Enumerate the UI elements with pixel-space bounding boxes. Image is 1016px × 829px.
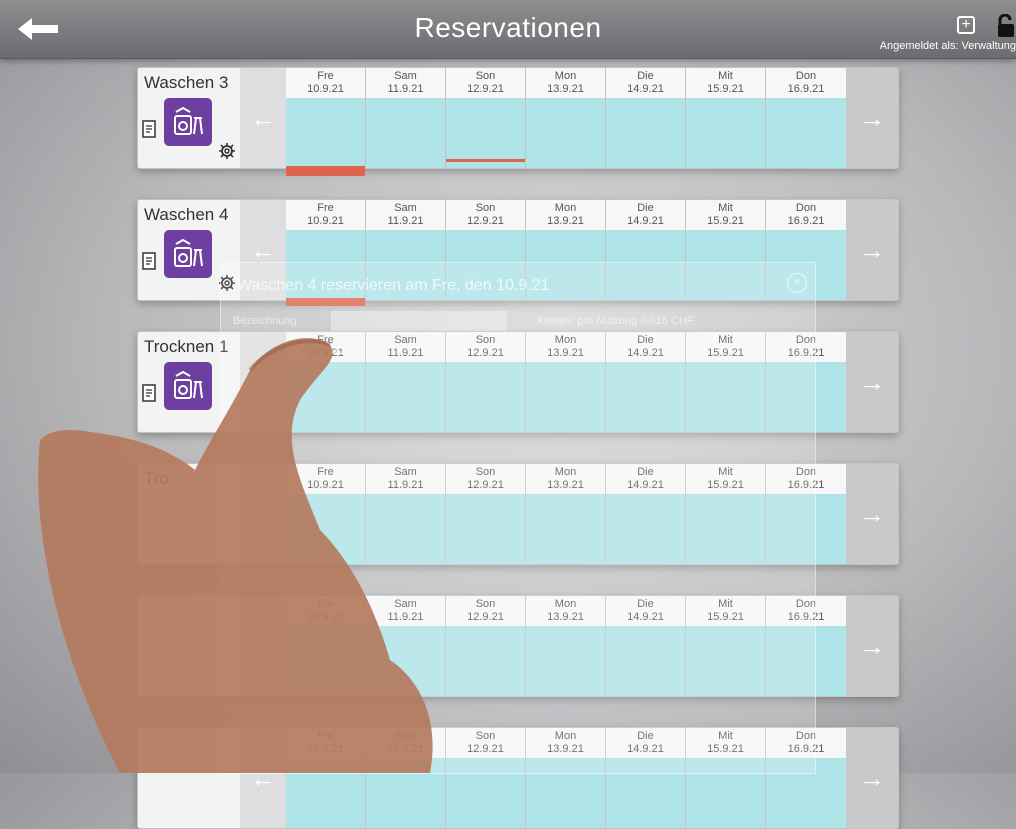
day-header: Mon 13.9.21 — [526, 200, 605, 230]
washing-machine-icon[interactable] — [164, 230, 212, 278]
day-column: Die 14.9.21 — [606, 68, 686, 168]
day-name: Mon — [554, 70, 577, 82]
description-input[interactable] — [331, 311, 507, 331]
day-name: Son — [475, 202, 496, 214]
day-name: Mit — [718, 70, 733, 82]
day-slot[interactable] — [526, 98, 605, 168]
day-header: Son 12.9.21 — [446, 200, 525, 230]
day-date: 13.9.21 — [547, 215, 584, 227]
next-week-button[interactable]: → — [846, 68, 898, 168]
day-date: 12.9.21 — [467, 83, 504, 95]
day-header: Fre 10.9.21 — [286, 200, 365, 230]
day-column: Son 12.9.21 — [446, 68, 526, 168]
next-week-button[interactable]: → — [846, 464, 898, 564]
machine-name: Tro — [144, 469, 169, 488]
day-header: Die 14.9.21 — [606, 200, 685, 230]
day-date: 14.9.21 — [627, 215, 664, 227]
dialog-label: Bezeichnung — [233, 315, 297, 327]
dialog-title: Waschen 4 reservieren am Fre, den 10.9.2… — [237, 277, 550, 294]
machine-row: Waschen 3 ← Fre 10.9.21 Sam 11.9.21 Son … — [137, 67, 899, 176]
previous-week-button[interactable]: ← — [240, 68, 286, 168]
day-header: Sam 11.9.21 — [366, 68, 445, 98]
day-header: Don 16.9.21 — [766, 68, 846, 98]
day-name: Son — [475, 70, 496, 82]
day-header: Mon 13.9.21 — [526, 68, 605, 98]
dialog-time: 00:00 — [331, 345, 359, 357]
day-name: Don — [795, 70, 817, 82]
next-week-button[interactable]: → — [846, 332, 898, 432]
reservation-mark[interactable] — [446, 159, 525, 162]
day-date: 11.9.21 — [387, 215, 424, 227]
day-name: Sam — [394, 70, 417, 82]
day-column: Sam 11.9.21 — [366, 68, 446, 168]
day-name: Fre — [317, 202, 334, 214]
day-slot[interactable] — [766, 98, 846, 168]
gear-icon[interactable] — [218, 142, 236, 160]
day-column: Don 16.9.21 — [766, 68, 846, 168]
header-bar: Reservationen + Angemeldet als: Verwaltu… — [0, 0, 1016, 59]
plus-square-icon[interactable]: + — [957, 16, 975, 34]
day-header: Mit 15.9.21 — [686, 68, 765, 98]
document-icon[interactable] — [142, 120, 156, 138]
day-column: Mit 15.9.21 — [686, 68, 766, 168]
day-slot[interactable] — [446, 98, 525, 168]
login-status: Angemeldet als: Verwaltung — [879, 40, 1016, 52]
day-date: 13.9.21 — [547, 83, 584, 95]
day-header: Sam 11.9.21 — [366, 200, 445, 230]
machine-name: Trocknen 1 — [144, 337, 229, 356]
document-icon[interactable] — [142, 384, 156, 402]
page-title: Reservationen — [414, 12, 602, 43]
day-slot[interactable] — [606, 98, 685, 168]
document-icon[interactable] — [142, 252, 156, 270]
unlock-icon[interactable] — [996, 14, 1016, 38]
next-week-button[interactable]: → — [846, 596, 898, 696]
day-name: Die — [637, 70, 654, 82]
day-date: 16.9.21 — [787, 215, 825, 227]
day-name: Mon — [554, 202, 577, 214]
close-icon[interactable]: × — [787, 273, 807, 293]
day-name: Die — [637, 202, 654, 214]
day-date: 12.9.21 — [467, 215, 504, 227]
day-date: 11.9.21 — [387, 83, 424, 95]
machine-name: Waschen 4 — [144, 205, 229, 224]
dialog-cost: Kosten: pro Nutzung 0.016 CHF — [537, 315, 694, 327]
day-column: Mon 13.9.21 — [526, 68, 606, 168]
day-date: 16.9.21 — [787, 83, 825, 95]
next-week-button[interactable]: → — [846, 200, 898, 300]
day-date: 10.9.21 — [307, 215, 344, 227]
day-slot[interactable] — [286, 98, 365, 176]
tshirt-dryer-icon[interactable] — [164, 362, 212, 410]
day-header: Die 14.9.21 — [606, 68, 685, 98]
day-name: Don — [795, 202, 817, 214]
day-header: Son 12.9.21 — [446, 68, 525, 98]
day-header: Fre 10.9.21 — [286, 68, 365, 98]
machine-name: Waschen 3 — [144, 73, 229, 92]
day-date: 14.9.21 — [627, 83, 664, 95]
day-name: Mit — [718, 202, 733, 214]
day-name: Sam — [394, 202, 417, 214]
washing-machine-icon[interactable] — [164, 98, 212, 146]
day-name: Fre — [317, 70, 334, 82]
reservation-dialog: Waschen 4 reservieren am Fre, den 10.9.2… — [220, 262, 816, 774]
day-date: 15.9.21 — [707, 83, 744, 95]
day-header: Don 16.9.21 — [766, 200, 846, 230]
day-date: 15.9.21 — [707, 215, 744, 227]
day-slot[interactable] — [366, 98, 445, 168]
next-week-button[interactable]: → — [846, 728, 898, 828]
reservation-mark[interactable] — [286, 166, 365, 176]
day-slot[interactable] — [686, 98, 765, 168]
day-date: 10.9.21 — [307, 83, 344, 95]
day-column: Fre 10.9.21 — [286, 68, 366, 176]
day-header: Mit 15.9.21 — [686, 200, 765, 230]
